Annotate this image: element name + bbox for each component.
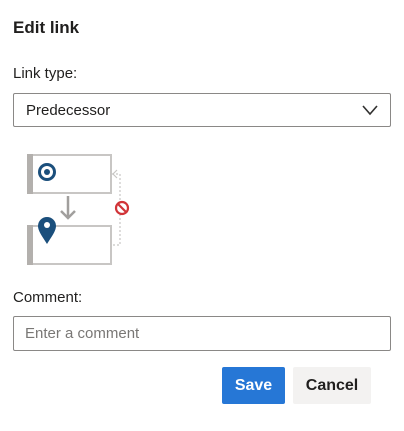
link-type-selected-value: Predecessor bbox=[26, 102, 111, 119]
comment-label: Comment: bbox=[13, 289, 83, 306]
link-type-diagram bbox=[27, 154, 130, 265]
link-type-label: Link type: bbox=[13, 65, 78, 82]
comment-input[interactable] bbox=[13, 316, 391, 351]
chevron-down-icon bbox=[362, 105, 378, 116]
target-icon bbox=[38, 163, 56, 181]
blocked-icon bbox=[114, 200, 130, 216]
link-type-dropdown[interactable]: Predecessor bbox=[13, 93, 391, 127]
cancel-button[interactable]: Cancel bbox=[293, 367, 371, 404]
save-button[interactable]: Save bbox=[222, 367, 285, 404]
arrow-down-icon bbox=[60, 196, 76, 220]
edit-link-dialog: Edit link Link type: Predecessor Comment… bbox=[0, 0, 404, 431]
dialog-title: Edit link bbox=[13, 18, 80, 37]
